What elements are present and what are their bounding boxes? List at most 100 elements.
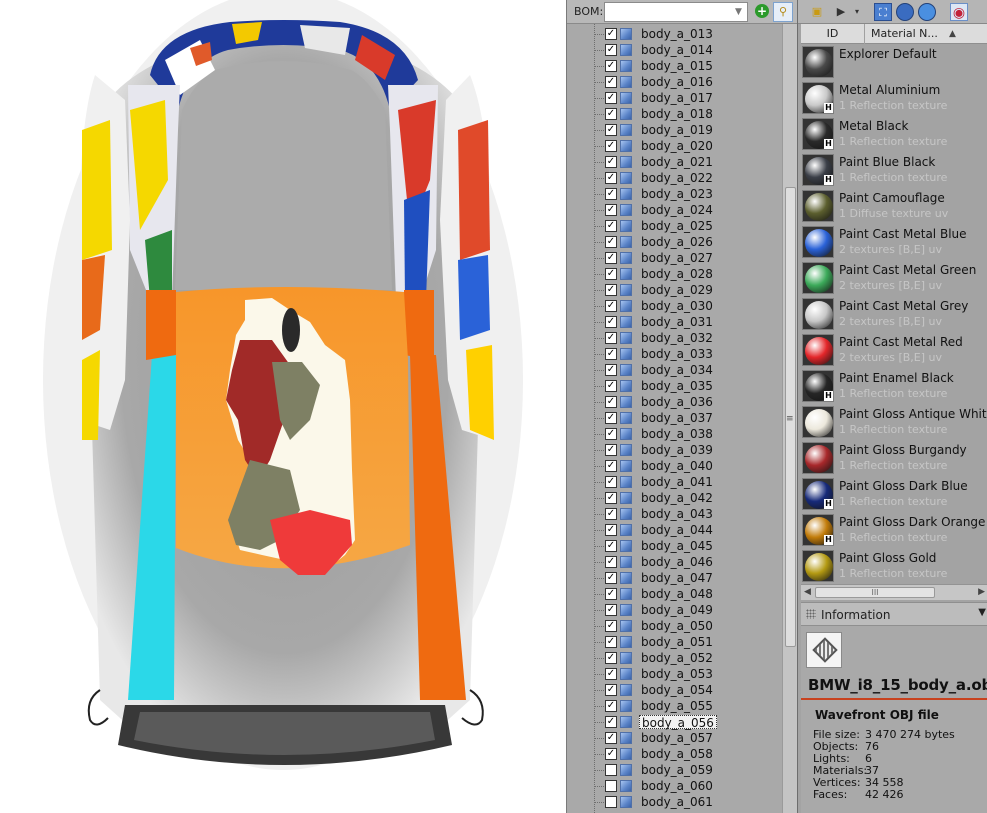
visibility-checkbox[interactable]: ✓ xyxy=(605,492,617,504)
3d-viewport[interactable] xyxy=(0,0,566,813)
visibility-checkbox[interactable]: ✓ xyxy=(605,412,617,424)
tree-row[interactable]: ✓ body_a_028 xyxy=(567,266,782,282)
material-item[interactable]: H Paint Gloss Dark Orange 1 Reflection tex… xyxy=(801,512,987,548)
tree-row[interactable]: ✓ body_a_033 xyxy=(567,346,782,362)
visibility-checkbox[interactable]: ✓ xyxy=(605,172,617,184)
material-item[interactable]: Paint Cast Metal Blue 2 textures [B,E] uv xyxy=(801,224,987,260)
visibility-checkbox[interactable]: ✓ xyxy=(605,252,617,264)
tree-row[interactable]: ✓ body_a_037 xyxy=(567,410,782,426)
tree-row-label[interactable]: body_a_059 xyxy=(639,763,715,777)
tree-row[interactable]: ✓ body_a_013 xyxy=(567,26,782,42)
material-item[interactable]: Paint Gloss Gold 1 Reflection texture xyxy=(801,548,987,584)
material-item[interactable]: Explorer Default xyxy=(801,44,987,80)
tree-row[interactable]: ✓ body_a_019 xyxy=(567,122,782,138)
visibility-checkbox[interactable]: ✓ xyxy=(605,444,617,456)
visibility-checkbox[interactable]: ✓ xyxy=(605,604,617,616)
visibility-checkbox[interactable]: ✓ xyxy=(605,684,617,696)
tree-row[interactable]: ✓ body_a_053 xyxy=(567,666,782,682)
tree-row-label[interactable]: body_a_047 xyxy=(639,571,715,585)
tree-row-label[interactable]: body_a_014 xyxy=(639,43,715,57)
tree-row-label[interactable]: body_a_053 xyxy=(639,667,715,681)
material-item[interactable]: Paint Cast Metal Grey 2 textures [B,E] uv xyxy=(801,296,987,332)
tree-row-label[interactable]: body_a_024 xyxy=(639,203,715,217)
tree-row-label[interactable]: body_a_048 xyxy=(639,587,715,601)
tree-row-label[interactable]: body_a_039 xyxy=(639,443,715,457)
tree-row[interactable]: ✓ body_a_015 xyxy=(567,58,782,74)
visibility-checkbox[interactable]: ✓ xyxy=(605,700,617,712)
visibility-checkbox[interactable]: ✓ xyxy=(605,108,617,120)
chevron-down-icon[interactable]: ▼ xyxy=(978,607,986,618)
tree-row-label[interactable]: body_a_017 xyxy=(639,91,715,105)
visibility-checkbox[interactable]: ✓ xyxy=(605,140,617,152)
tree-row[interactable]: ✓ body_a_044 xyxy=(567,522,782,538)
visibility-checkbox[interactable]: ✓ xyxy=(605,300,617,312)
tree-scrollbar[interactable]: ≡ xyxy=(782,24,798,813)
tree-row-label[interactable]: body_a_036 xyxy=(639,395,715,409)
visibility-checkbox[interactable]: ✓ xyxy=(605,44,617,56)
tree-row[interactable]: ✓ body_a_014 xyxy=(567,42,782,58)
arrow-left-icon[interactable]: ◀ xyxy=(804,587,811,597)
tree-row[interactable]: ✓ body_a_036 xyxy=(567,394,782,410)
tree-row-label[interactable]: body_a_046 xyxy=(639,555,715,569)
material-item[interactable]: Paint Cast Metal Red 2 textures [B,E] uv xyxy=(801,332,987,368)
tree-row-label[interactable]: body_a_038 xyxy=(639,427,715,441)
visibility-checkbox[interactable]: ✓ xyxy=(605,92,617,104)
tree-row[interactable]: ✓ body_a_057 xyxy=(567,730,782,746)
tree-row-label[interactable]: body_a_043 xyxy=(639,507,715,521)
visibility-checkbox[interactable]: ✓ xyxy=(605,396,617,408)
tree-row-label[interactable]: body_a_013 xyxy=(639,27,715,41)
tree-row[interactable]: ✓ body_a_046 xyxy=(567,554,782,570)
visibility-checkbox[interactable]: ✓ xyxy=(605,572,617,584)
tree-row[interactable]: ✓ body_a_042 xyxy=(567,490,782,506)
tree-row[interactable]: ✓ body_a_025 xyxy=(567,218,782,234)
scrollbar-thumb[interactable]: III xyxy=(815,587,935,598)
frame-icon[interactable]: ⛶ xyxy=(874,3,892,21)
visibility-checkbox[interactable]: ✓ xyxy=(605,60,617,72)
tree-row-label[interactable]: body_a_016 xyxy=(639,75,715,89)
tree-row-label[interactable]: body_a_041 xyxy=(639,475,715,489)
tree-row[interactable]: ✓ body_a_051 xyxy=(567,634,782,650)
tree-row[interactable]: ✓ body_a_035 xyxy=(567,378,782,394)
material-item[interactable]: Paint Gloss Burgandy 1 Reflection texture xyxy=(801,440,987,476)
tree-row-label[interactable]: body_a_054 xyxy=(639,683,715,697)
visibility-checkbox[interactable]: ✓ xyxy=(605,124,617,136)
visibility-checkbox[interactable] xyxy=(605,780,617,792)
tree-row[interactable]: body_a_059 xyxy=(567,762,782,778)
tree-row-label[interactable]: body_a_061 xyxy=(639,795,715,809)
tree-row-label[interactable]: body_a_025 xyxy=(639,219,715,233)
tree-row[interactable]: ✓ body_a_023 xyxy=(567,186,782,202)
tree-row[interactable]: ✓ body_a_054 xyxy=(567,682,782,698)
tree-row[interactable]: body_a_061 xyxy=(567,794,782,810)
tree-row-label[interactable]: body_a_018 xyxy=(639,107,715,121)
tree-row[interactable]: ✓ body_a_031 xyxy=(567,314,782,330)
tree-row-label[interactable]: body_a_042 xyxy=(639,491,715,505)
materials-hscrollbar[interactable]: ◀ III ▶ xyxy=(801,584,987,600)
visibility-checkbox[interactable]: ✓ xyxy=(605,588,617,600)
visibility-checkbox[interactable]: ✓ xyxy=(605,380,617,392)
tree-row-label[interactable]: body_a_055 xyxy=(639,699,715,713)
visibility-checkbox[interactable]: ✓ xyxy=(605,332,617,344)
visibility-checkbox[interactable]: ✓ xyxy=(605,28,617,40)
tree-row[interactable]: ✓ body_a_024 xyxy=(567,202,782,218)
visibility-checkbox[interactable]: ✓ xyxy=(605,524,617,536)
visibility-checkbox[interactable]: ✓ xyxy=(605,732,617,744)
tree-row-label[interactable]: body_a_056 xyxy=(639,715,717,730)
tree-row[interactable]: ✓ body_a_039 xyxy=(567,442,782,458)
material-item[interactable]: Paint Cast Metal Green 2 textures [B,E] u… xyxy=(801,260,987,296)
tree-row-label[interactable]: body_a_029 xyxy=(639,283,715,297)
tree-row-label[interactable]: body_a_023 xyxy=(639,187,715,201)
tree-row[interactable]: ✓ body_a_030 xyxy=(567,298,782,314)
add-icon[interactable]: + xyxy=(755,4,769,18)
visibility-checkbox[interactable]: ✓ xyxy=(605,220,617,232)
tree-row[interactable]: ✓ body_a_045 xyxy=(567,538,782,554)
tree-row-label[interactable]: body_a_030 xyxy=(639,299,715,313)
tree-row-label[interactable]: body_a_033 xyxy=(639,347,715,361)
visibility-checkbox[interactable]: ✓ xyxy=(605,348,617,360)
visibility-checkbox[interactable]: ✓ xyxy=(605,236,617,248)
visibility-checkbox[interactable]: ✓ xyxy=(605,716,617,728)
tree-row[interactable]: ✓ body_a_052 xyxy=(567,650,782,666)
tree-row[interactable]: ✓ body_a_048 xyxy=(567,586,782,602)
tree-row[interactable]: ✓ body_a_017 xyxy=(567,90,782,106)
visibility-checkbox[interactable]: ✓ xyxy=(605,364,617,376)
tree-row-label[interactable]: body_a_031 xyxy=(639,315,715,329)
